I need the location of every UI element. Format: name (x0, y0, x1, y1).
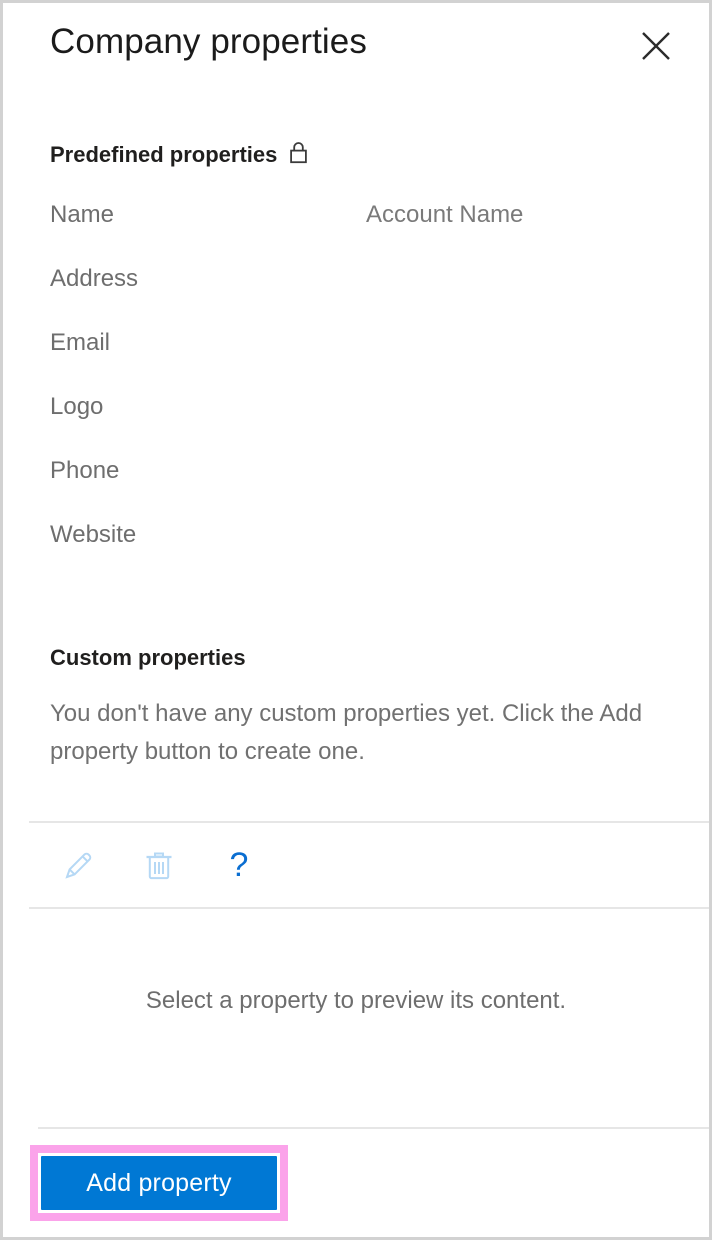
property-row-name[interactable]: Name Account Name (3, 201, 709, 265)
property-preview-area: Select a property to preview its content… (3, 909, 709, 1097)
predefined-properties-heading: Predefined properties (50, 95, 709, 170)
lock-icon (289, 141, 308, 170)
property-value: Account Name (366, 201, 524, 228)
close-icon (639, 29, 673, 63)
page-title: Company properties (50, 22, 367, 61)
property-row-phone[interactable]: Phone (3, 457, 709, 521)
property-row-address[interactable]: Address (3, 265, 709, 329)
custom-properties-heading-label: Custom properties (50, 645, 246, 670)
help-button[interactable]: ? (221, 847, 257, 883)
predefined-properties-heading-label: Predefined properties (50, 141, 278, 167)
predefined-properties-list: Name Account Name Address Email Logo Pho… (3, 201, 709, 585)
trash-icon (143, 848, 175, 882)
panel-header: Company properties (3, 3, 709, 95)
property-label: Email (50, 329, 111, 356)
close-button[interactable] (639, 29, 673, 63)
custom-properties-heading: Custom properties (50, 585, 709, 671)
edit-property-button[interactable] (61, 847, 97, 883)
preview-placeholder-text: Select a property to preview its content… (145, 987, 567, 1014)
question-mark-icon: ? (229, 846, 249, 884)
property-label: Phone (50, 457, 120, 484)
property-label: Website (50, 521, 137, 548)
add-property-button[interactable]: Add property (41, 1156, 277, 1210)
company-properties-panel: Company properties Predefined properties (0, 0, 712, 1240)
property-row-email[interactable]: Email (3, 329, 709, 393)
custom-properties-empty-message: You don't have any custom properties yet… (50, 700, 643, 765)
property-label: Logo (50, 393, 104, 420)
property-row-logo[interactable]: Logo (3, 393, 709, 457)
pencil-icon (62, 848, 96, 882)
property-label: Name (50, 201, 115, 228)
panel-footer: Add property (3, 1129, 709, 1237)
property-toolbar: ? (3, 823, 709, 907)
delete-property-button[interactable] (141, 847, 177, 883)
property-label: Address (50, 265, 139, 292)
panel-body: Predefined properties Name Account Name … (3, 95, 709, 1127)
property-row-website[interactable]: Website (3, 521, 709, 585)
